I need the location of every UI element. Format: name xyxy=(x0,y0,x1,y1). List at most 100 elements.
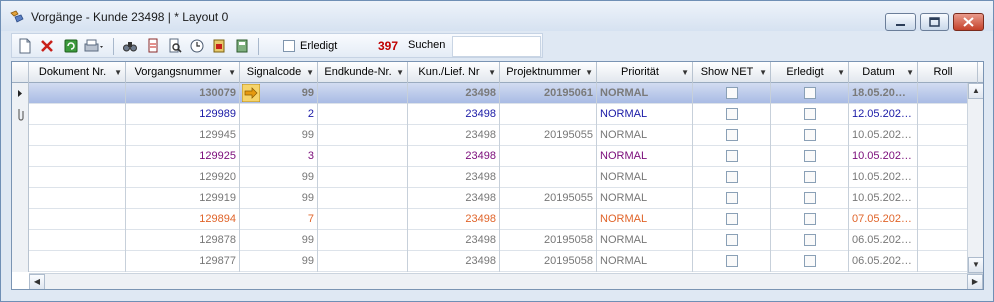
erledigt-row-checkbox[interactable] xyxy=(804,171,816,183)
table-row[interactable]: 129945 99 23498 20195055 NORMAL 10.05.202… xyxy=(29,125,983,146)
erledigt-row-checkbox[interactable] xyxy=(804,87,816,99)
show-net-checkbox[interactable] xyxy=(726,108,738,120)
vertical-scrollbar[interactable]: ▲ ▼ xyxy=(967,83,983,273)
erledigt-row-checkbox[interactable] xyxy=(804,129,816,141)
erledigt-row-checkbox[interactable] xyxy=(804,255,816,267)
column-filter-dropdown-icon[interactable]: ▼ xyxy=(396,62,404,83)
endkunde-cell xyxy=(318,146,408,167)
column-header[interactable]: Priorität ▼ xyxy=(597,62,693,83)
kunde-cell: 23498 xyxy=(408,251,500,272)
paperclip-icon xyxy=(18,109,24,121)
column-filter-dropdown-icon[interactable]: ▼ xyxy=(759,62,767,83)
signal-cell: 2 xyxy=(240,104,318,125)
toolbar-separator xyxy=(113,38,114,55)
show-net-checkbox[interactable] xyxy=(726,129,738,141)
toolbar: Erledigt 397 Suchen xyxy=(11,33,543,58)
show-net-cell xyxy=(693,251,771,272)
clock-icon[interactable] xyxy=(189,38,205,54)
scroll-down-button[interactable]: ▼ xyxy=(968,257,983,273)
erledigt-checkbox[interactable] xyxy=(283,40,295,52)
table-row[interactable]: 129989 2 23498 NORMAL 12.05.202… xyxy=(29,104,983,125)
maximize-button[interactable] xyxy=(920,13,949,31)
erledigt-row-checkbox[interactable] xyxy=(804,192,816,204)
row-selector[interactable] xyxy=(12,167,29,188)
erledigt-row-checkbox[interactable] xyxy=(804,213,816,225)
column-header[interactable]: Endkunde-Nr. ▼ xyxy=(318,62,408,83)
column-header[interactable]: Show NET ▼ xyxy=(693,62,771,83)
column-filter-dropdown-icon[interactable]: ▼ xyxy=(306,62,314,83)
row-selector[interactable] xyxy=(12,83,29,104)
show-net-checkbox[interactable] xyxy=(726,213,738,225)
erledigt-row-checkbox[interactable] xyxy=(804,150,816,162)
scroll-left-button[interactable]: ◀ xyxy=(29,274,45,289)
dok-cell xyxy=(29,230,126,251)
title-bar[interactable]: Vorgänge - Kunde 23498 | * Layout 0 xyxy=(1,1,993,31)
row-selector[interactable] xyxy=(12,146,29,167)
calculator-icon[interactable] xyxy=(234,38,250,54)
column-filter-dropdown-icon[interactable]: ▼ xyxy=(114,62,122,83)
refresh-icon[interactable] xyxy=(63,38,79,54)
column-filter-dropdown-icon[interactable]: ▼ xyxy=(906,62,914,83)
dok-cell xyxy=(29,146,126,167)
table-row[interactable]: 129894 7 23498 NORMAL 07.05.202… xyxy=(29,209,983,230)
column-header[interactable]: Erledigt ▼ xyxy=(771,62,849,83)
column-header[interactable]: Kun./Lief. Nr ▼ xyxy=(408,62,500,83)
binoculars-icon[interactable] xyxy=(122,38,138,54)
row-selector[interactable] xyxy=(12,251,29,272)
row-selector[interactable] xyxy=(12,230,29,251)
column-filter-dropdown-icon[interactable]: ▼ xyxy=(681,62,689,83)
delete-icon[interactable] xyxy=(39,38,55,54)
column-header[interactable]: Vorgangsnummer ▼ xyxy=(126,62,240,83)
table-row[interactable]: 129919 99 23498 20195055 NORMAL 10.05.202… xyxy=(29,188,983,209)
column-filter-dropdown-icon[interactable]: ▼ xyxy=(488,62,496,83)
column-filter-dropdown-icon[interactable]: ▼ xyxy=(585,62,593,83)
horizontal-scrollbar[interactable]: ◀ ▶ xyxy=(29,273,983,289)
table-row[interactable]: 129877 99 23498 20195058 NORMAL 06.05.202… xyxy=(29,251,983,272)
column-header-label: Projektnummer xyxy=(506,66,581,78)
export-icon[interactable] xyxy=(211,38,227,54)
column-header[interactable]: Projektnummer ▼ xyxy=(500,62,597,83)
erledigt-row-checkbox[interactable] xyxy=(804,108,816,120)
show-net-checkbox[interactable] xyxy=(726,150,738,162)
new-document-icon[interactable] xyxy=(17,38,33,54)
row-selector[interactable] xyxy=(12,188,29,209)
scroll-right-button[interactable]: ▶ xyxy=(967,274,983,289)
vorgang-cell: 129919 xyxy=(126,188,240,209)
column-header-label: Priorität xyxy=(621,66,659,78)
row-selector[interactable] xyxy=(12,125,29,146)
table-row[interactable]: 129920 99 23498 NORMAL 10.05.202… xyxy=(29,167,983,188)
column-filter-dropdown-icon[interactable]: ▼ xyxy=(837,62,845,83)
show-net-checkbox[interactable] xyxy=(726,234,738,246)
minimize-button[interactable] xyxy=(885,13,916,31)
scroll-up-button[interactable]: ▲ xyxy=(968,83,983,99)
column-header[interactable]: Roll xyxy=(918,62,978,83)
search-document-icon[interactable] xyxy=(167,38,183,54)
search-input[interactable] xyxy=(452,36,541,57)
erledigt-row-checkbox[interactable] xyxy=(804,234,816,246)
close-window-button[interactable] xyxy=(953,13,984,31)
result-count: 397 xyxy=(378,39,399,53)
column-header[interactable]: Dokument Nr. ▼ xyxy=(29,62,126,83)
endkunde-cell xyxy=(318,230,408,251)
show-net-cell xyxy=(693,104,771,125)
show-net-checkbox[interactable] xyxy=(726,171,738,183)
table-row[interactable]: 129878 99 23498 20195058 NORMAL 06.05.202… xyxy=(29,230,983,251)
projekt-cell: 20195061 xyxy=(500,83,597,104)
show-net-checkbox[interactable] xyxy=(726,192,738,204)
column-header-label: Kun./Lief. Nr xyxy=(418,66,480,78)
row-selector[interactable] xyxy=(12,209,29,230)
prio-cell: NORMAL xyxy=(597,83,693,104)
column-header[interactable]: Datum ▼ xyxy=(849,62,918,83)
table-row[interactable]: 130079 99 23498 20195061 NORMAL 18.05.20… xyxy=(29,83,983,104)
row-selector[interactable] xyxy=(12,104,29,125)
datum-cell: 06.05.202… xyxy=(849,230,918,251)
show-net-checkbox[interactable] xyxy=(726,87,738,99)
show-net-cell xyxy=(693,230,771,251)
app-icon xyxy=(10,10,24,23)
column-header[interactable]: Signalcode ▼ xyxy=(240,62,318,83)
column-filter-dropdown-icon[interactable]: ▼ xyxy=(228,62,236,83)
show-net-checkbox[interactable] xyxy=(726,255,738,267)
print-preview-icon[interactable] xyxy=(145,38,161,54)
table-row[interactable]: 129925 3 23498 NORMAL 10.05.202… xyxy=(29,146,983,167)
print-icon[interactable] xyxy=(84,38,104,54)
